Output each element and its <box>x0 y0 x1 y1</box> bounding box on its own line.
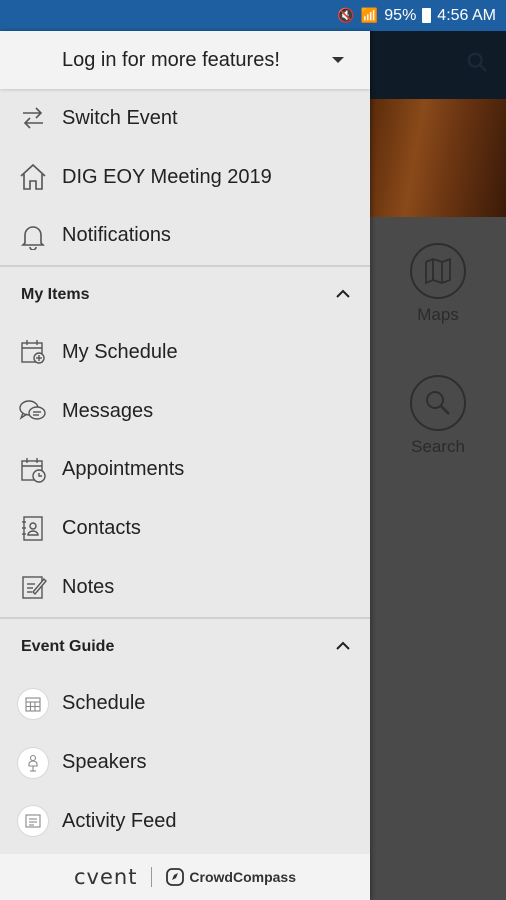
schedule-item[interactable]: Schedule <box>0 675 370 734</box>
messages-item[interactable]: Messages <box>0 382 370 441</box>
contacts-item[interactable]: Contacts <box>0 499 370 558</box>
my-schedule-item[interactable]: My Schedule <box>0 323 370 382</box>
cvent-logo: cvent <box>73 865 138 889</box>
maps-tile[interactable]: Maps <box>370 243 506 325</box>
notes-item[interactable]: Notes <box>0 558 370 617</box>
appointments-label: Appointments <box>62 458 185 481</box>
wifi-icon: 📶 <box>360 7 379 23</box>
map-icon <box>410 243 466 299</box>
notifications-label: Notifications <box>62 224 171 247</box>
note-pencil-icon <box>17 571 49 603</box>
bell-icon <box>17 220 49 252</box>
home-icon <box>17 161 49 193</box>
feed-list-icon <box>17 805 49 838</box>
switch-arrows-icon <box>17 102 49 134</box>
footer-divider <box>151 867 153 887</box>
chevron-up-icon[interactable] <box>336 641 350 651</box>
notes-label: Notes <box>62 575 115 598</box>
event-home-item[interactable]: DIG EOY Meeting 2019 <box>0 148 370 207</box>
contacts-label: Contacts <box>62 516 141 539</box>
speakers-item[interactable]: Speakers <box>0 733 370 792</box>
notifications-item[interactable]: Notifications <box>0 206 370 265</box>
calendar-clock-icon <box>17 454 49 486</box>
search-label: Search <box>411 437 465 456</box>
calendar-add-icon <box>17 336 49 368</box>
messages-label: Messages <box>62 399 154 422</box>
navigation-drawer: Log in for more features! Switch Event D… <box>0 31 370 900</box>
speakers-label: Speakers <box>62 751 147 774</box>
dropdown-caret-icon[interactable] <box>332 57 344 63</box>
activity-feed-label: Activity Feed <box>62 809 177 832</box>
my-items-title: My Items <box>21 286 90 304</box>
contact-card-icon <box>17 512 49 544</box>
event-guide-title: Event Guide <box>21 637 115 655</box>
battery-percent: 95% <box>384 6 417 24</box>
crowdcompass-label: CrowdCompass <box>189 869 296 885</box>
schedule-label: Schedule <box>62 692 146 715</box>
appointments-item[interactable]: Appointments <box>0 440 370 499</box>
search-icon[interactable] <box>466 51 488 73</box>
event-home-label: DIG EOY Meeting 2019 <box>62 165 272 188</box>
chat-bubbles-icon <box>17 395 49 427</box>
my-items-section-header[interactable]: My Items <box>0 265 370 323</box>
mute-icon: 🔇 <box>337 7 355 23</box>
event-banner <box>370 99 506 217</box>
search-tile[interactable]: Search <box>370 375 506 457</box>
switch-event-label: Switch Event <box>62 106 178 129</box>
battery-icon <box>422 8 432 23</box>
crowdcompass-icon <box>166 868 185 886</box>
my-schedule-label: My Schedule <box>62 340 178 363</box>
status-bar: 🔇 📶 95% 4:56 AM <box>0 0 506 31</box>
activity-feed-item[interactable]: Activity Feed <box>0 792 370 851</box>
switch-event-item[interactable]: Switch Event <box>0 89 370 148</box>
clock: 4:56 AM <box>437 6 496 24</box>
calendar-grid-icon <box>17 687 49 720</box>
event-guide-section-header[interactable]: Event Guide <box>0 616 370 675</box>
login-prompt: Log in for more features! <box>62 48 280 71</box>
speaker-person-icon <box>17 746 49 779</box>
drawer-footer: cvent CrowdCompass <box>0 854 370 900</box>
login-header[interactable]: Log in for more features! <box>0 31 370 89</box>
maps-label: Maps <box>417 305 459 324</box>
chevron-up-icon[interactable] <box>336 289 350 299</box>
search-icon <box>410 375 466 431</box>
crowdcompass-logo: CrowdCompass <box>166 868 296 886</box>
